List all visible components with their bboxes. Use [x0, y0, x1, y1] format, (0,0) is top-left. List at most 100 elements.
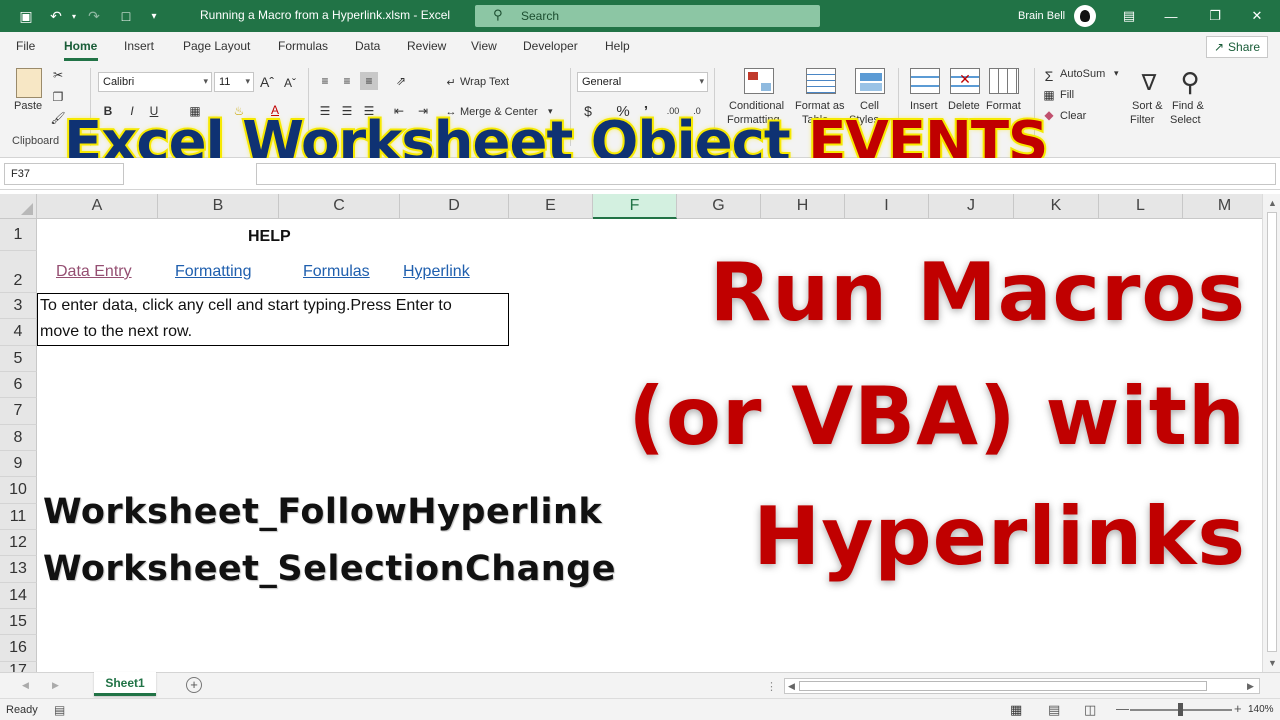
fill-button[interactable]: Fill [1060, 89, 1074, 101]
column-header-a[interactable]: A [37, 194, 158, 219]
row-header-17[interactable]: 17 [0, 662, 37, 672]
column-header-c[interactable]: C [279, 194, 400, 219]
cut-icon[interactable]: ✂ [50, 67, 66, 83]
formula-input[interactable] [256, 163, 1276, 185]
user-name[interactable]: Brain Bell [1018, 10, 1065, 22]
new-file-icon[interactable]: □ [116, 7, 136, 25]
close-icon[interactable]: ✕ [1246, 6, 1268, 26]
row-header-1[interactable]: 1 [0, 219, 37, 251]
restore-icon[interactable]: ❐ [1204, 6, 1226, 26]
column-header-i[interactable]: I [845, 194, 929, 219]
row-header-3[interactable]: 3 [0, 293, 37, 319]
scroll-up-icon[interactable]: ▲ [1268, 198, 1277, 208]
vertical-scroll-thumb[interactable] [1267, 212, 1277, 652]
hyperlink-formulas[interactable]: Formulas [303, 263, 370, 281]
tab-data[interactable]: Data [355, 39, 380, 53]
tab-split-handle-icon[interactable]: ⋮ [766, 680, 777, 693]
increase-font-icon[interactable]: Aˆ [258, 72, 276, 92]
tab-developer[interactable]: Developer [523, 39, 578, 53]
align-bottom-icon[interactable]: ≡ [360, 72, 378, 90]
paste-button[interactable]: Paste [14, 100, 42, 112]
next-sheet-icon[interactable]: ▶ [52, 680, 59, 691]
macro-recording-icon[interactable]: ▤ [54, 703, 65, 717]
column-header-b[interactable]: B [158, 194, 279, 219]
decrease-font-icon[interactable]: Aˇ [282, 74, 298, 92]
sort-filter-label-2[interactable]: Filter [1130, 114, 1154, 126]
column-header-f[interactable]: F [593, 194, 677, 219]
normal-view-icon[interactable]: ▦ [1010, 702, 1022, 718]
autosave-icon[interactable]: ▣ [16, 7, 36, 25]
zoom-slider-handle[interactable] [1178, 703, 1183, 716]
row-header-16[interactable]: 16 [0, 635, 37, 662]
row-header-10[interactable]: 10 [0, 477, 37, 504]
customize-qat-icon[interactable]: ▾ [144, 7, 164, 25]
tab-formulas[interactable]: Formulas [278, 39, 328, 53]
ribbon-display-icon[interactable]: ▤ [1118, 6, 1140, 26]
row-header-4[interactable]: 4 [0, 319, 37, 346]
column-header-k[interactable]: K [1014, 194, 1099, 219]
column-header-e[interactable]: E [509, 194, 593, 219]
scroll-right-icon[interactable]: ▶ [1247, 681, 1254, 692]
find-select-label-1[interactable]: Find & [1172, 100, 1204, 112]
row-header-7[interactable]: 7 [0, 398, 37, 425]
find-select-icon[interactable]: ⚲ [1174, 66, 1206, 98]
sort-filter-icon[interactable]: ∇ [1134, 68, 1164, 98]
row-header-12[interactable]: 12 [0, 530, 37, 556]
column-header-g[interactable]: G [677, 194, 761, 219]
tab-file[interactable]: File [16, 39, 35, 53]
row-header-13[interactable]: 13 [0, 556, 37, 583]
name-box[interactable]: F37 [4, 163, 124, 185]
font-name-select[interactable]: Calibri ▾ [98, 72, 212, 92]
horizontal-scroll-thumb[interactable] [799, 681, 1207, 691]
add-sheet-button[interactable]: + [186, 677, 202, 693]
redo-icon[interactable]: ↷ [84, 7, 104, 25]
row-header-15[interactable]: 15 [0, 609, 37, 635]
undo-dropdown-icon[interactable]: ▾ [64, 7, 84, 25]
column-header-j[interactable]: J [929, 194, 1014, 219]
tab-insert[interactable]: Insert [124, 39, 154, 53]
vertical-scrollbar[interactable]: ▲ ▼ [1262, 194, 1280, 672]
row-header-2[interactable]: 2 [0, 251, 37, 293]
chevron-down-icon[interactable]: ▾ [1114, 68, 1119, 79]
horizontal-scrollbar[interactable]: ◀ ▶ [784, 678, 1260, 694]
select-all-button[interactable] [0, 194, 37, 219]
avatar[interactable] [1074, 5, 1096, 27]
tab-view[interactable]: View [471, 39, 497, 53]
clear-button[interactable]: Clear [1060, 110, 1086, 122]
zoom-in-icon[interactable]: + [1234, 701, 1242, 716]
cell-styles-icon[interactable] [855, 68, 885, 94]
search-input[interactable]: ⚲ Search [475, 5, 820, 27]
tab-home[interactable]: Home [64, 39, 97, 53]
column-header-l[interactable]: L [1099, 194, 1183, 219]
undo-icon[interactable]: ↶ [46, 7, 66, 25]
copy-icon[interactable]: ❐ [50, 89, 66, 105]
autosum-button[interactable]: AutoSum [1060, 68, 1105, 80]
worksheet-grid[interactable]: A B C D E F G H I J K L M 1 2 3 4 5 6 7 … [0, 194, 1262, 672]
row-header-11[interactable]: 11 [0, 504, 37, 530]
conditional-formatting-icon[interactable] [744, 68, 774, 94]
row-header-6[interactable]: 6 [0, 372, 37, 398]
row-header-14[interactable]: 14 [0, 583, 37, 609]
align-top-icon[interactable]: ≡ [316, 72, 334, 90]
zoom-level[interactable]: 140% [1248, 704, 1274, 715]
column-header-m[interactable]: M [1183, 194, 1262, 219]
format-cells-icon[interactable] [989, 68, 1019, 94]
find-select-label-2[interactable]: Select [1170, 114, 1201, 126]
row-header-9[interactable]: 9 [0, 451, 37, 477]
hyperlink-hyperlink[interactable]: Hyperlink [403, 263, 470, 281]
zoom-out-icon[interactable]: — [1116, 701, 1129, 716]
insert-cells-icon[interactable] [910, 68, 940, 94]
page-layout-view-icon[interactable]: ▤ [1048, 702, 1060, 718]
tab-page-layout[interactable]: Page Layout [183, 39, 250, 53]
tab-review[interactable]: Review [407, 39, 446, 53]
align-middle-icon[interactable]: ≡ [338, 72, 356, 90]
tab-help[interactable]: Help [605, 39, 630, 53]
hyperlink-formatting[interactable]: Formatting [175, 263, 251, 281]
scroll-down-icon[interactable]: ▼ [1268, 658, 1277, 668]
orientation-icon[interactable]: ⇗ [390, 72, 412, 90]
share-button[interactable]: ↗ Share [1206, 36, 1268, 58]
font-size-select[interactable]: 11 ▾ [214, 72, 254, 92]
format-as-table-icon[interactable] [806, 68, 836, 94]
wrap-text-button[interactable]: Wrap Text [460, 76, 509, 88]
row-header-8[interactable]: 8 [0, 425, 37, 451]
